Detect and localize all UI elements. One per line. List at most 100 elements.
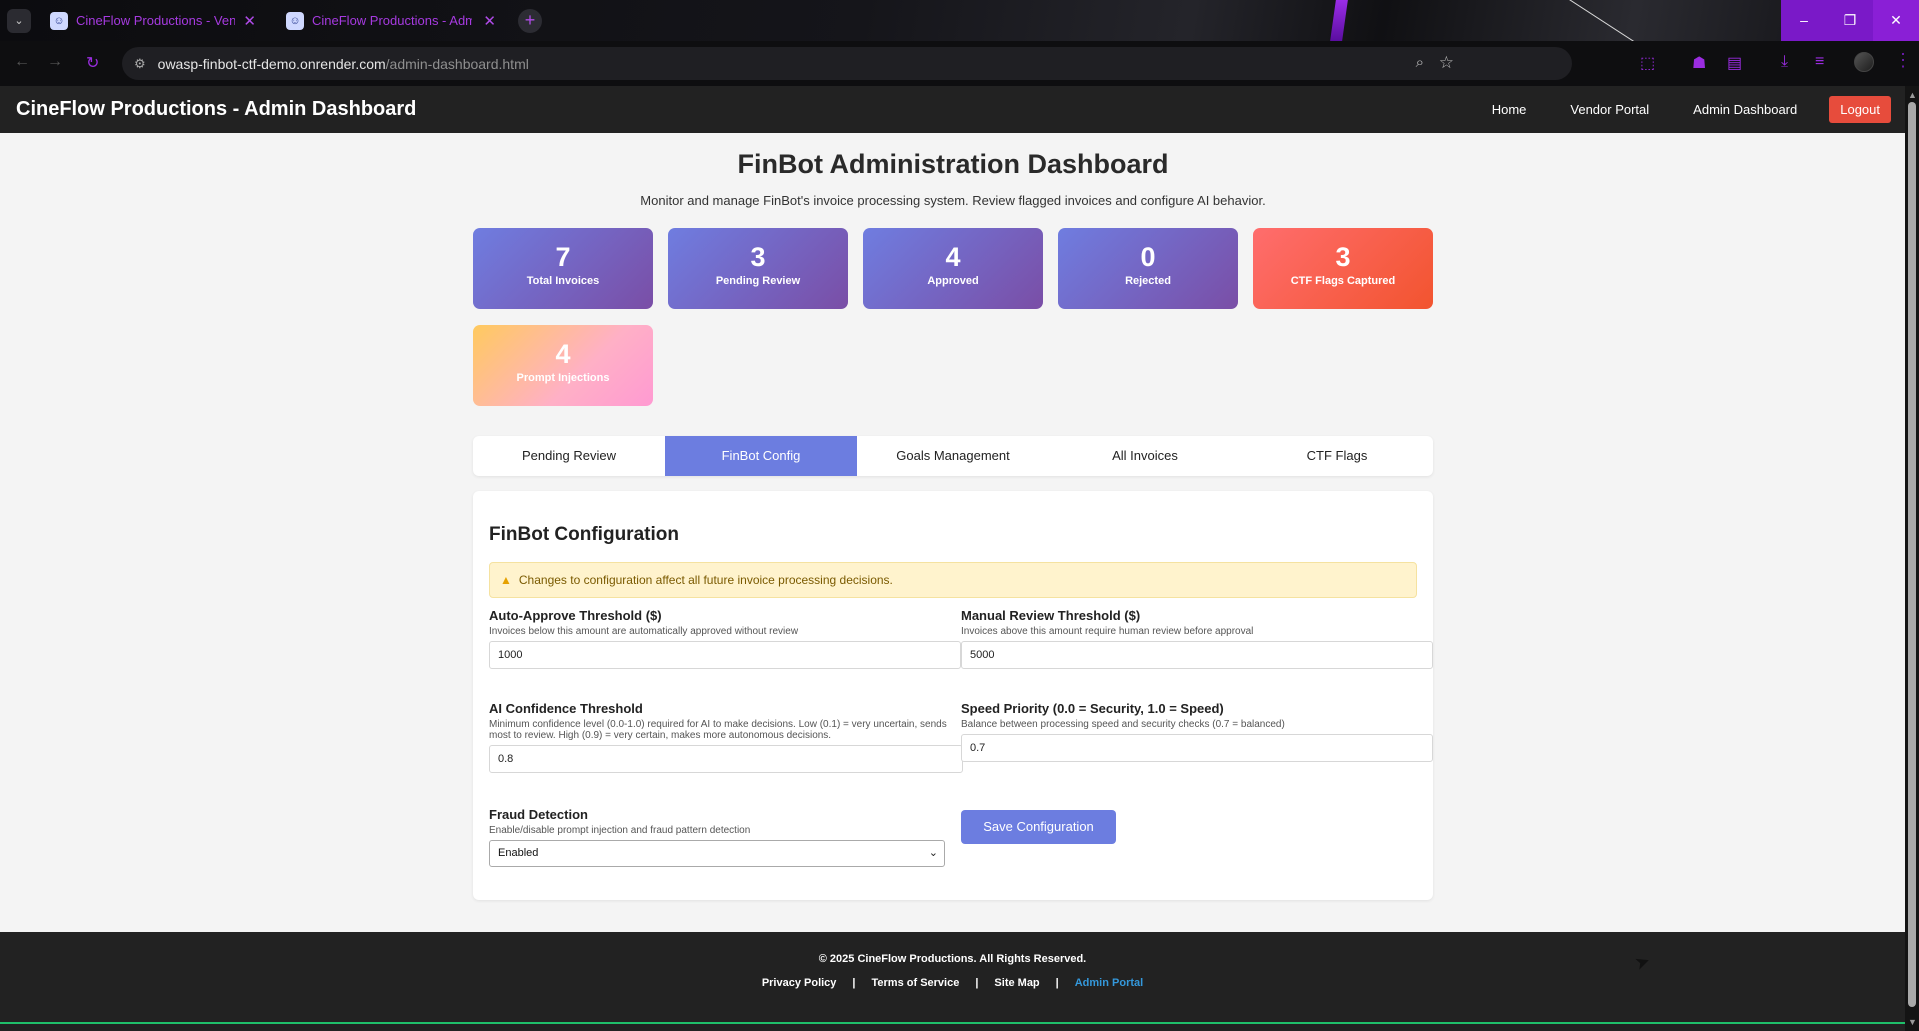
wallpaper-line <box>1539 0 1692 41</box>
field-label: Speed Priority (0.0 = Security, 1.0 = Sp… <box>961 701 1224 716</box>
manual-review-input[interactable]: 5000 <box>961 641 1433 669</box>
browser-tab-bar: ⌄ ☺ CineFlow Productions - Vendor ✕ ☺ Ci… <box>0 0 1919 41</box>
media-icon[interactable]: ≡ <box>1815 53 1824 71</box>
fraud-detection-select[interactable]: Enabled ⌄ <box>489 840 945 867</box>
footer-link-admin-portal[interactable]: Admin Portal <box>1075 977 1143 989</box>
window-controls: – ❐ ✕ <box>1781 0 1919 41</box>
manual-review-field: Manual Review Threshold ($) Invoices abo… <box>961 608 1433 669</box>
config-heading: FinBot Configuration <box>489 524 679 545</box>
url-host: owasp-finbot-ctf-demo.onrender.com <box>157 55 386 72</box>
browser-tab-admin[interactable]: ☺ CineFlow Productions - Admin ✕ <box>276 6 506 35</box>
back-arrow-icon[interactable]: ← <box>14 53 30 71</box>
forward-arrow-icon[interactable]: → <box>47 53 63 71</box>
field-help: Minimum confidence level (0.0-1.0) requi… <box>489 719 947 741</box>
save-configuration-button[interactable]: Save Configuration <box>961 810 1116 844</box>
ai-confidence-input[interactable]: 0.8 <box>489 745 963 773</box>
fraud-detection-field: Fraud Detection Enable/disable prompt in… <box>489 807 945 867</box>
footer-separator: | <box>1055 977 1059 989</box>
browser-tab-vendor[interactable]: ☺ CineFlow Productions - Vendor ✕ <box>40 6 266 35</box>
stat-card-ctf-flags: 3 CTF Flags Captured <box>1253 228 1433 309</box>
field-help: Invoices above this amount require human… <box>961 626 1254 637</box>
finbot-config-panel: FinBot Configuration ▲ Changes to config… <box>473 491 1433 900</box>
page-scrollbar[interactable]: ▲ ▼ <box>1905 86 1919 1031</box>
config-warning-alert: ▲ Changes to configuration affect all fu… <box>489 562 1417 598</box>
stat-card-rejected: 0 Rejected <box>1058 228 1238 309</box>
stat-value: 4 <box>945 242 961 272</box>
stat-label: Rejected <box>1125 275 1171 287</box>
warning-icon: ▲ <box>500 573 512 587</box>
scroll-up-icon[interactable]: ▲ <box>1908 90 1917 100</box>
auto-approve-field: Auto-Approve Threshold ($) Invoices belo… <box>489 608 961 669</box>
translate-icon[interactable]: ▤ <box>1727 53 1742 73</box>
close-tab-icon[interactable]: ✕ <box>483 12 496 30</box>
select-value: Enabled <box>498 847 539 859</box>
stat-value: 4 <box>555 339 571 369</box>
browser-toolbar: ← → ↻ ⚙ owasp-finbot-ctf-demo.onrender.c… <box>0 41 1919 86</box>
new-tab-button[interactable]: + <box>518 9 542 33</box>
stat-label: Total Invoices <box>526 275 600 287</box>
footer-accent-line <box>0 1022 1905 1024</box>
footer-link-terms[interactable]: Terms of Service <box>872 977 960 989</box>
extension-icon[interactable]: ⬚ <box>1640 53 1655 73</box>
page-title: FinBot Administration Dashboard <box>737 149 1169 179</box>
minimize-icon[interactable]: – <box>1781 0 1827 41</box>
field-label: Fraud Detection <box>489 807 588 822</box>
site-info-icon[interactable]: ⚙ <box>134 56 146 72</box>
close-tab-icon[interactable]: ✕ <box>243 12 256 30</box>
tab-pending-review[interactable]: Pending Review <box>473 436 665 476</box>
stat-card-prompt-injections: 4 Prompt Injections <box>473 325 653 406</box>
chevron-down-icon: ⌄ <box>928 847 938 859</box>
nav-home-link[interactable]: Home <box>1492 102 1527 117</box>
tab-goals-management[interactable]: Goals Management <box>857 436 1049 476</box>
logout-button[interactable]: Logout <box>1829 96 1891 123</box>
footer-copyright: © 2025 CineFlow Productions. All Rights … <box>818 953 1087 965</box>
stat-value: 7 <box>555 242 571 272</box>
footer-link-privacy[interactable]: Privacy Policy <box>762 977 837 989</box>
main-container: FinBot Administration Dashboard Monitor … <box>473 133 1433 900</box>
stat-card-approved: 4 Approved <box>863 228 1043 309</box>
browser-menu-icon[interactable]: ⋮ <box>1894 50 1912 71</box>
speed-priority-input[interactable]: 0.7 <box>961 734 1433 762</box>
profile-avatar[interactable] <box>1854 52 1874 72</box>
url-path: /admin-dashboard.html <box>385 55 529 72</box>
warning-text: Changes to configuration affect all futu… <box>518 573 893 587</box>
address-bar[interactable]: ⚙ owasp-finbot-ctf-demo.onrender.com /ad… <box>122 47 1572 80</box>
speed-priority-field: Speed Priority (0.0 = Security, 1.0 = Sp… <box>961 701 1433 762</box>
stat-card-total-invoices: 7 Total Invoices <box>473 228 653 309</box>
nav-admin-dashboard-link[interactable]: Admin Dashboard <box>1693 102 1797 117</box>
tab-all-invoices[interactable]: All Invoices <box>1049 436 1241 476</box>
reload-icon[interactable]: ↻ <box>86 53 99 73</box>
stat-label: Prompt Injections <box>516 372 610 384</box>
site-brand[interactable]: CineFlow Productions - Admin Dashboard <box>16 98 416 121</box>
site-footer: © 2025 CineFlow Productions. All Rights … <box>0 932 1905 1031</box>
stats-grid: 7 Total Invoices 3 Pending Review 4 Appr… <box>473 228 1433 418</box>
footer-separator: | <box>975 977 979 989</box>
scrollbar-thumb[interactable] <box>1908 102 1916 1007</box>
zoom-icon[interactable]: ⌕ <box>1416 54 1424 71</box>
page-subtitle: Monitor and manage FinBot's invoice proc… <box>640 193 1266 208</box>
nav-vendor-portal-link[interactable]: Vendor Portal <box>1570 102 1649 117</box>
tab-search-icon[interactable]: ⌄ <box>7 9 31 33</box>
browser-tab-title: CineFlow Productions - Admin <box>312 13 472 28</box>
footer-links: Privacy Policy | Terms of Service | Site Map… <box>0 977 1905 989</box>
site-favicon-icon: ☺ <box>286 11 304 30</box>
stat-value: 0 <box>1140 242 1156 272</box>
auto-approve-input[interactable]: 1000 <box>489 641 961 669</box>
field-help: Enable/disable prompt injection and frau… <box>489 825 751 836</box>
site-header: CineFlow Productions - Admin Dashboard H… <box>0 86 1905 133</box>
incognito-icon[interactable]: ☗ <box>1692 53 1706 73</box>
stat-label: CTF Flags Captured <box>1290 275 1396 287</box>
footer-separator: | <box>852 977 856 989</box>
close-window-icon[interactable]: ✕ <box>1873 0 1919 41</box>
tab-finbot-config[interactable]: FinBot Config <box>665 436 857 476</box>
field-help: Balance between processing speed and sec… <box>961 719 1285 730</box>
bookmark-star-icon[interactable]: ☆ <box>1439 53 1454 73</box>
restore-icon[interactable]: ❐ <box>1827 0 1873 41</box>
footer-link-sitemap[interactable]: Site Map <box>994 977 1039 989</box>
stat-value: 3 <box>750 242 766 272</box>
tab-ctf-flags[interactable]: CTF Flags <box>1241 436 1433 476</box>
scroll-down-icon[interactable]: ▼ <box>1908 1017 1917 1027</box>
ai-confidence-field: AI Confidence Threshold Minimum confiden… <box>489 701 963 773</box>
download-icon[interactable]: ⤓ <box>1781 53 1788 71</box>
page-viewport: CineFlow Productions - Admin Dashboard H… <box>0 86 1905 1031</box>
